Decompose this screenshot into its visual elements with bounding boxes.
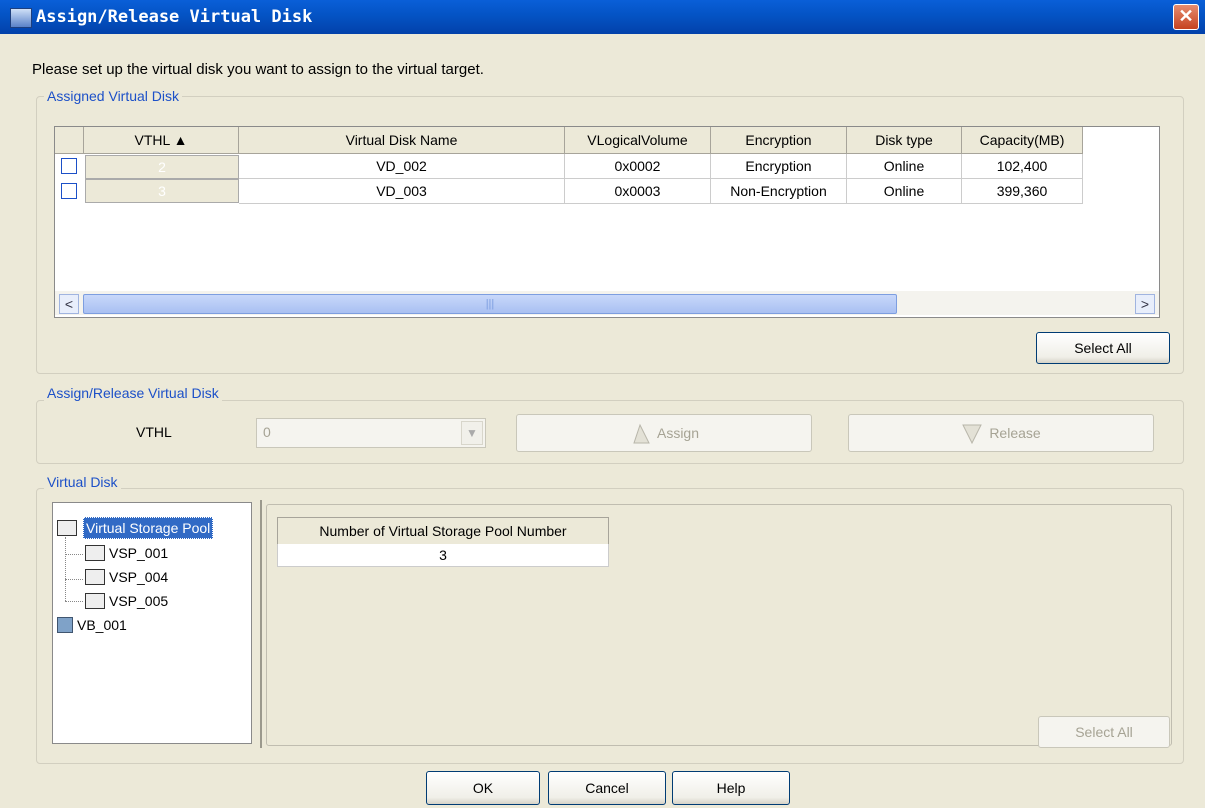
- row-vlogicalvolume: 0x0002: [565, 154, 711, 179]
- info-table-value: 3: [277, 544, 609, 567]
- column-header-vlogicalvolume[interactable]: VLogicalVolume: [565, 127, 711, 154]
- row-capacity: 399,360: [962, 179, 1083, 204]
- window-title: Assign/Release Virtual Disk: [36, 7, 313, 27]
- app-icon: [10, 8, 32, 28]
- column-header-virtual-disk-name[interactable]: Virtual Disk Name: [239, 127, 565, 154]
- scroll-right-button[interactable]: >: [1135, 294, 1155, 314]
- close-icon: ✕: [1178, 6, 1194, 26]
- row-encryption: Non-Encryption: [711, 179, 847, 204]
- triangle-down-icon: [962, 424, 983, 445]
- storage-pool-icon: [57, 520, 77, 536]
- tree-node-vsp-005[interactable]: VSP_005: [109, 591, 168, 611]
- dialog-window: Assign/Release Virtual Disk ✕ Please set…: [0, 0, 1205, 808]
- release-button[interactable]: Release: [848, 414, 1154, 452]
- horizontal-scrollbar[interactable]: < ||| >: [55, 291, 1159, 315]
- triangle-up-icon: [633, 423, 650, 444]
- row-disk-type: Online: [847, 154, 962, 179]
- row-checkbox[interactable]: [61, 158, 77, 174]
- scroll-left-button[interactable]: <: [59, 294, 79, 314]
- virtual-box-icon: [57, 617, 73, 633]
- assigned-virtual-disk-legend: Assigned Virtual Disk: [44, 88, 183, 104]
- column-header-capacity[interactable]: Capacity(MB): [962, 127, 1083, 154]
- chevron-left-icon: <: [64, 296, 74, 312]
- assign-button[interactable]: Assign: [516, 414, 812, 452]
- assigned-disk-table: VTHL ▲ Virtual Disk Name VLogicalVolume …: [54, 126, 1160, 318]
- assigned-select-all-button[interactable]: Select All: [1036, 332, 1170, 364]
- assign-release-legend: Assign/Release Virtual Disk: [44, 385, 222, 401]
- row-vthl-cell[interactable]: 3: [85, 179, 239, 203]
- virtual-disk-select-all-button[interactable]: Select All: [1038, 716, 1170, 748]
- vthl-select[interactable]: 0 ▼: [256, 418, 486, 448]
- chevron-right-icon: >: [1140, 296, 1150, 312]
- close-button[interactable]: ✕: [1173, 4, 1199, 30]
- column-header-vthl[interactable]: VTHL ▲: [84, 127, 239, 154]
- tree-node-vsp-001[interactable]: VSP_001: [109, 543, 168, 563]
- grip-icon: |||: [485, 298, 495, 310]
- storage-pool-icon: [85, 545, 105, 561]
- virtual-disk-tree[interactable]: Virtual Storage Pool VSP_001 VSP_004 VSP…: [52, 502, 252, 744]
- release-label: Release: [989, 425, 1041, 441]
- row-vthl-cell[interactable]: 2: [85, 155, 239, 179]
- row-disk-type: Online: [847, 179, 962, 204]
- splitter[interactable]: [260, 500, 262, 748]
- title-bar[interactable]: Assign/Release Virtual Disk ✕: [0, 0, 1205, 34]
- assign-label: Assign: [656, 425, 700, 441]
- row-checkbox[interactable]: [61, 183, 77, 199]
- scroll-thumb[interactable]: |||: [83, 294, 897, 314]
- storage-pool-icon: [85, 593, 105, 609]
- virtual-disk-legend: Virtual Disk: [44, 474, 121, 490]
- vthl-label: VTHL: [136, 424, 172, 440]
- row-encryption: Encryption: [711, 154, 847, 179]
- row-disk-name: VD_002: [239, 154, 565, 179]
- tree-node-vsp-004[interactable]: VSP_004: [109, 567, 168, 587]
- vthl-select-value: 0: [263, 424, 271, 440]
- info-table-header: Number of Virtual Storage Pool Number: [277, 517, 609, 545]
- row-vlogicalvolume: 0x0003: [565, 179, 711, 204]
- row-disk-name: VD_003: [239, 179, 565, 204]
- help-button[interactable]: Help: [672, 771, 790, 805]
- tree-connector: [65, 601, 83, 602]
- cancel-button[interactable]: Cancel: [548, 771, 666, 805]
- chevron-down-icon[interactable]: ▼: [461, 421, 483, 445]
- virtual-disk-detail-panel: Number of Virtual Storage Pool Number 3: [266, 504, 1172, 746]
- tree-connector: [65, 579, 83, 580]
- table-header-corner: [55, 127, 84, 154]
- row-capacity: 102,400: [962, 154, 1083, 179]
- storage-pool-icon: [85, 569, 105, 585]
- column-header-disk-type[interactable]: Disk type: [847, 127, 962, 154]
- intro-text: Please set up the virtual disk you want …: [32, 61, 484, 78]
- tree-connector: [65, 554, 83, 555]
- ok-button[interactable]: OK: [426, 771, 540, 805]
- tree-connector-vertical: [65, 537, 66, 601]
- column-header-encryption[interactable]: Encryption: [711, 127, 847, 154]
- tree-node-virtual-storage-pool[interactable]: Virtual Storage Pool: [83, 517, 214, 539]
- tree-node-vb-001[interactable]: VB_001: [77, 615, 127, 635]
